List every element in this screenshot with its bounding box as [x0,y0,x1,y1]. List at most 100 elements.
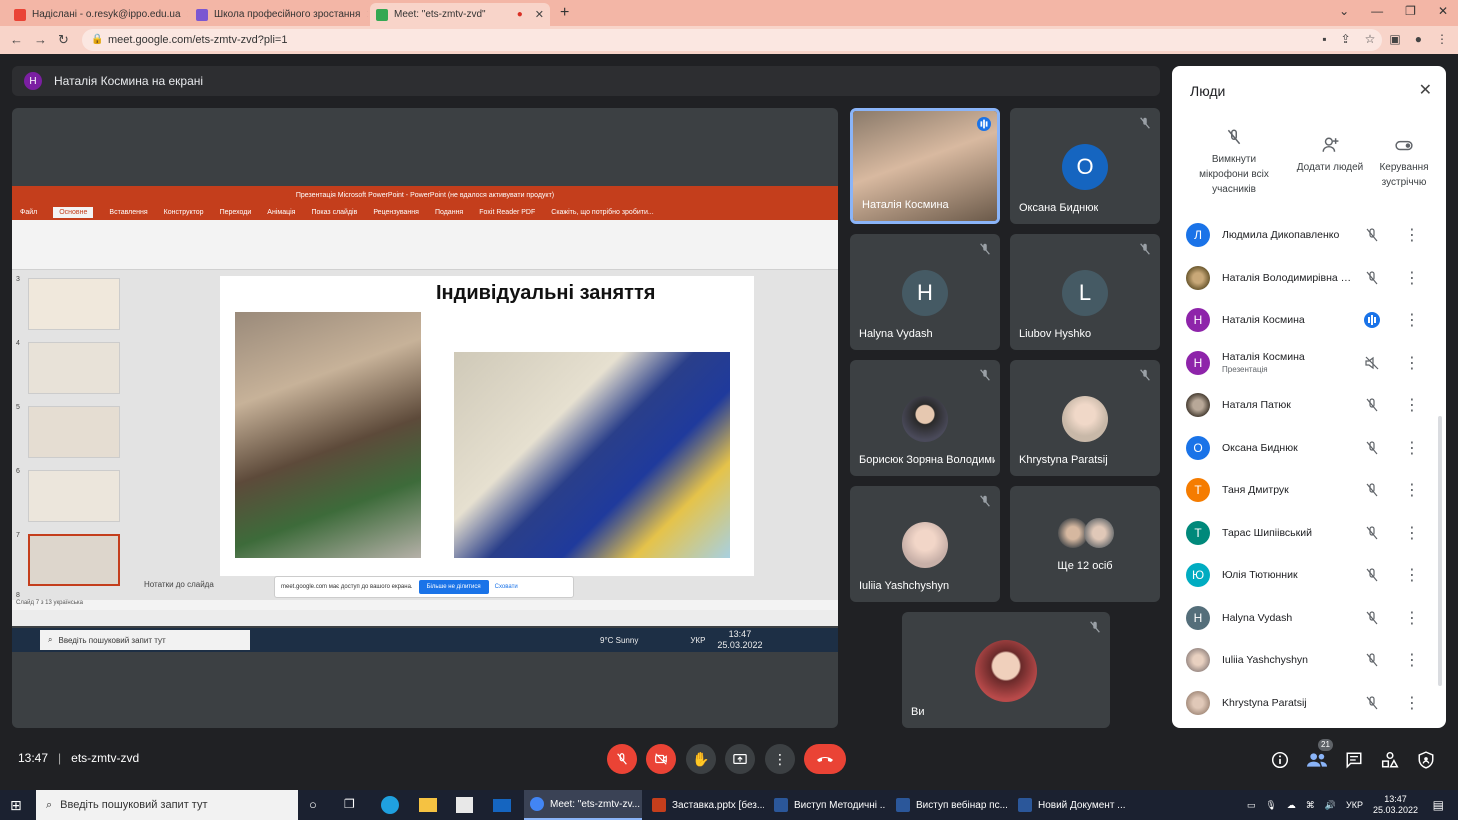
participant-tile[interactable]: Khrystyna Paratsij [1010,360,1160,476]
microphone-icon[interactable]: 🎙 [1265,800,1276,811]
meeting-details-button[interactable] [1269,749,1291,771]
close-window-icon[interactable]: ✕ [1438,4,1448,18]
participant-row[interactable]: Н Наталія Космина ⋮ [1172,299,1446,342]
camera-toggle-button[interactable] [646,744,676,774]
participant-row[interactable]: Khrystyna Paratsij ⋮ [1172,682,1446,725]
more-options-icon[interactable]: ⋮ [1404,353,1420,373]
more-options-icon[interactable]: ⋮ [1404,480,1420,500]
profile-avatar[interactable]: ● [1415,32,1422,46]
activities-button[interactable] [1379,749,1401,771]
network-icon[interactable]: ⌘ [1306,800,1315,811]
cortana-icon[interactable]: ○ [309,797,317,812]
reload-icon[interactable]: ↻ [58,32,69,48]
more-options-icon[interactable]: ⋮ [1404,225,1420,245]
more-options-icon[interactable]: ⋮ [1404,268,1420,288]
participant-name: Таня Дмитрук [1222,484,1289,497]
more-options-icon[interactable]: ⋮ [1404,523,1420,543]
taskbar-app-word[interactable]: Виступ вебінар пс... [890,790,1008,820]
more-options-icon[interactable]: ⋮ [1404,438,1420,458]
minimize-icon[interactable]: — [1371,4,1383,18]
present-button[interactable] [725,744,755,774]
participant-tile[interactable]: H Halyna Vydash [850,234,1000,350]
close-icon[interactable]: ✕ [181,8,188,21]
mail-icon[interactable] [493,799,511,812]
windows-start-icon[interactable]: ⊞ [10,797,22,814]
forward-icon[interactable]: → [34,32,47,47]
notifications-icon[interactable]: ▤ [1433,798,1444,812]
self-tile[interactable]: Ви [902,612,1110,728]
volume-icon[interactable]: 🔊 [1325,800,1336,811]
participant-tile[interactable]: Борисюк Зоряна Володимирівна [850,360,1000,476]
participant-row[interactable]: Ю Юлія Тютюнник ⋮ [1172,554,1446,597]
participant-row[interactable]: Н Наталія Космина Презентація ⋮ [1172,342,1446,385]
participant-row[interactable]: H Halyna Vydash ⋮ [1172,597,1446,640]
participant-row[interactable]: Т Таня Дмитрук ⋮ [1172,469,1446,512]
menu-kebab-icon[interactable]: ⋮ [1436,32,1448,46]
browser-tab-gmail[interactable]: Надіслані - o.resyk@ippo.edu.ua ✕ [8,3,188,26]
leave-call-button[interactable] [804,744,846,774]
speaking-indicator-icon [977,117,991,131]
hand-icon: ✋ [692,750,710,767]
tab-search-icon[interactable]: ⌄ [1339,4,1349,18]
participant-row[interactable]: Т Тарас Шипіівський ⋮ [1172,512,1446,555]
panel-scrollbar[interactable] [1438,416,1442,686]
presenting-label: Наталія Космина на екрані [54,74,204,88]
people-button[interactable] [1306,749,1328,771]
restore-icon[interactable]: ❐ [1405,4,1416,18]
more-participants-tile[interactable]: Ще 12 осіб [1010,486,1160,602]
ppt-tab: Рецензування [373,208,419,216]
raise-hand-button[interactable]: ✋ [686,744,716,774]
separator: | [58,751,62,765]
taskbar-clock[interactable]: 13:47 25.03.2022 [1373,794,1418,816]
participant-tile[interactable]: Наталія Космина [850,108,1000,224]
participant-row[interactable]: Л Людмила Дикопавленко ⋮ [1172,214,1446,257]
more-options-icon[interactable]: ⋮ [1404,565,1420,585]
close-panel-button[interactable]: ✕ [1419,80,1432,100]
side-panel-icon[interactable]: ▣ [1389,32,1400,46]
participant-row[interactable]: Наталя Патюк ⋮ [1172,384,1446,427]
browser-tab-school[interactable]: Школа професійного зростання ✕ [190,3,368,26]
more-options-icon[interactable]: ⋮ [1404,395,1420,415]
more-options-button[interactable]: ⋮ [765,744,795,774]
participant-tile[interactable]: Iuliia Yashchyshyn [850,486,1000,602]
more-options-icon[interactable]: ⋮ [1404,693,1420,713]
mic-off-icon [617,753,627,765]
new-tab-button[interactable]: + [560,4,569,22]
participant-tile[interactable]: L Liubov Hyshko [1010,234,1160,350]
taskbar-app-label: Виступ вебінар пс... [916,799,1008,811]
taskbar-search-input[interactable]: ⌕ Введіть пошуковий запит тут [36,790,298,820]
more-options-icon[interactable]: ⋮ [1404,608,1420,628]
tray-icon[interactable]: ▭ [1247,800,1256,811]
add-people-button[interactable]: Додати людей [1288,136,1372,175]
edge-icon[interactable] [381,796,399,814]
task-view-icon[interactable]: ❐ [344,797,355,811]
more-options-icon[interactable]: ⋮ [1404,650,1420,670]
cloud-icon[interactable]: ☁ [1287,800,1296,811]
close-icon[interactable]: ✕ [529,8,544,21]
camera-permission-icon[interactable]: ▪ [1322,32,1326,46]
participant-row[interactable]: Iuliia Yashchyshyn ⋮ [1172,639,1446,682]
chat-button[interactable] [1343,749,1365,771]
close-icon[interactable]: ✕ [360,8,368,21]
host-controls-button[interactable]: Керування зустріччю [1362,136,1446,190]
participant-tile[interactable]: О Оксана Биднюк [1010,108,1160,224]
more-options-icon[interactable]: ⋮ [1404,310,1420,330]
taskbar-app-word[interactable]: Виступ Методичні ... [768,790,886,820]
participant-row[interactable]: О Оксана Биднюк ⋮ [1172,427,1446,470]
mic-toggle-button[interactable] [607,744,637,774]
back-icon[interactable]: ← [10,32,23,47]
taskbar-app-chrome[interactable]: Meet: "ets-zmtv-zv... [524,790,642,820]
taskbar-app-label: Заставка.pptx [без... [672,799,764,811]
url-input[interactable]: 🔒 meet.google.com/ets-zmtv-zvd?pli=1 [82,29,1382,51]
file-explorer-icon[interactable] [419,798,437,812]
browser-tab-meet[interactable]: Meet: "ets-zmtv-zvd" ● ✕ [370,3,550,26]
taskbar-app-powerpoint[interactable]: Заставка.pptx [без... [646,790,764,820]
store-icon[interactable] [456,797,473,813]
bookmark-star-icon[interactable]: ☆ [1365,32,1376,46]
host-controls-shield-button[interactable] [1415,749,1437,771]
mute-all-button[interactable]: Вимкнути мікрофони всіх учасників [1192,128,1276,197]
taskbar-app-word[interactable]: Новий Документ ... [1012,790,1130,820]
language-indicator[interactable]: УКР [1346,800,1363,810]
share-icon[interactable]: ⇪ [1341,32,1351,46]
participant-row[interactable]: Наталія Володимирівна Кутасевич ⋮ [1172,257,1446,300]
